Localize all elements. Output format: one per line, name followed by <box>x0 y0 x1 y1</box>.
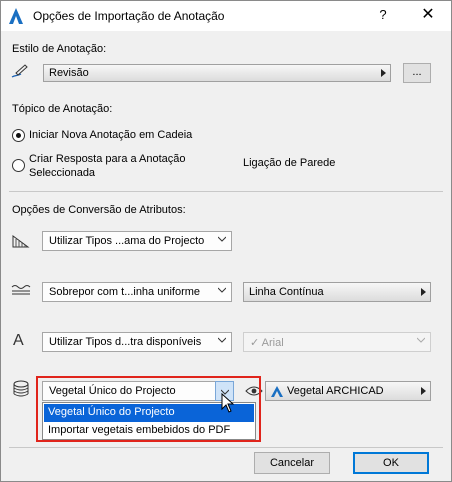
fill-conversion-dropdown[interactable]: Utilizar Tipos ...ama do Projecto <box>42 231 232 251</box>
chevron-down-icon <box>218 236 226 242</box>
archicad-surface-icon <box>271 386 283 397</box>
separator-footer <box>9 447 443 448</box>
radio-new-chain-label: Iniciar Nova Anotação em Cadeia <box>29 129 193 141</box>
chevron-down-icon <box>218 337 226 343</box>
chevron-down-icon <box>417 337 425 343</box>
highlight-callout <box>36 376 261 442</box>
font-check-icon: ✓ <box>250 337 260 349</box>
conversion-section-label: Opções de Conversão de Atributos: <box>12 204 186 216</box>
title-bar: Opções de Importação de Anotação ? ✕ <box>1 1 451 31</box>
font-icon: A <box>13 332 24 349</box>
font-value: Arial <box>261 337 284 349</box>
line-type-value: Linha Contínua <box>249 286 324 298</box>
help-button[interactable]: ? <box>373 7 393 25</box>
archicad-icon <box>9 8 23 24</box>
radio-reply[interactable] <box>12 159 25 172</box>
topic-section-label: Tópico de Anotação: <box>12 103 113 115</box>
chevron-down-icon <box>218 287 226 293</box>
markup-pen-icon <box>11 64 28 78</box>
radio-reply-label-line1: Criar Resposta para a Anotação <box>29 153 186 165</box>
style-section-label: Estilo de Anotação: <box>12 43 107 55</box>
linked-element-label: Ligação de Parede <box>243 157 336 169</box>
separator <box>9 191 443 192</box>
fill-conversion-value: Utilizar Tipos ...ama do Projecto <box>49 235 205 247</box>
line-type-field[interactable]: Linha Contínua <box>243 282 431 302</box>
dialog-window: Opções de Importação de Anotação ? ✕ Est… <box>0 0 452 482</box>
surface-value: Vegetal ARCHICAD <box>287 385 384 397</box>
close-button[interactable]: ✕ <box>417 5 439 25</box>
line-conversion-dropdown[interactable]: Sobrepor com t...inha uniforme <box>42 282 232 302</box>
surface-icon <box>13 380 29 397</box>
markup-style-value: Revisão <box>49 67 89 79</box>
radio-reply-label-line2: Seleccionada <box>29 167 96 179</box>
font-select-disabled: ✓ Arial <box>243 332 431 352</box>
line-type-icon <box>11 285 31 295</box>
surface-field[interactable]: Vegetal ARCHICAD <box>265 381 431 401</box>
markup-style-field[interactable]: Revisão <box>43 64 391 82</box>
font-conversion-value: Utilizar Tipos d...tra disponíveis <box>49 336 202 348</box>
arrow-right-icon <box>381 69 386 77</box>
font-conversion-dropdown[interactable]: Utilizar Tipos d...tra disponíveis <box>42 332 232 352</box>
dialog-title: Opções de Importação de Anotação <box>33 9 225 23</box>
ok-button[interactable]: OK <box>353 452 429 474</box>
more-button[interactable]: ... <box>403 63 431 83</box>
cancel-button[interactable]: Cancelar <box>254 452 330 474</box>
radio-new-chain[interactable] <box>12 129 25 142</box>
arrow-right-icon <box>421 288 426 296</box>
arrow-right-icon <box>421 387 426 395</box>
line-conversion-value: Sobrepor com t...inha uniforme <box>49 286 201 298</box>
fill-icon <box>12 235 30 248</box>
